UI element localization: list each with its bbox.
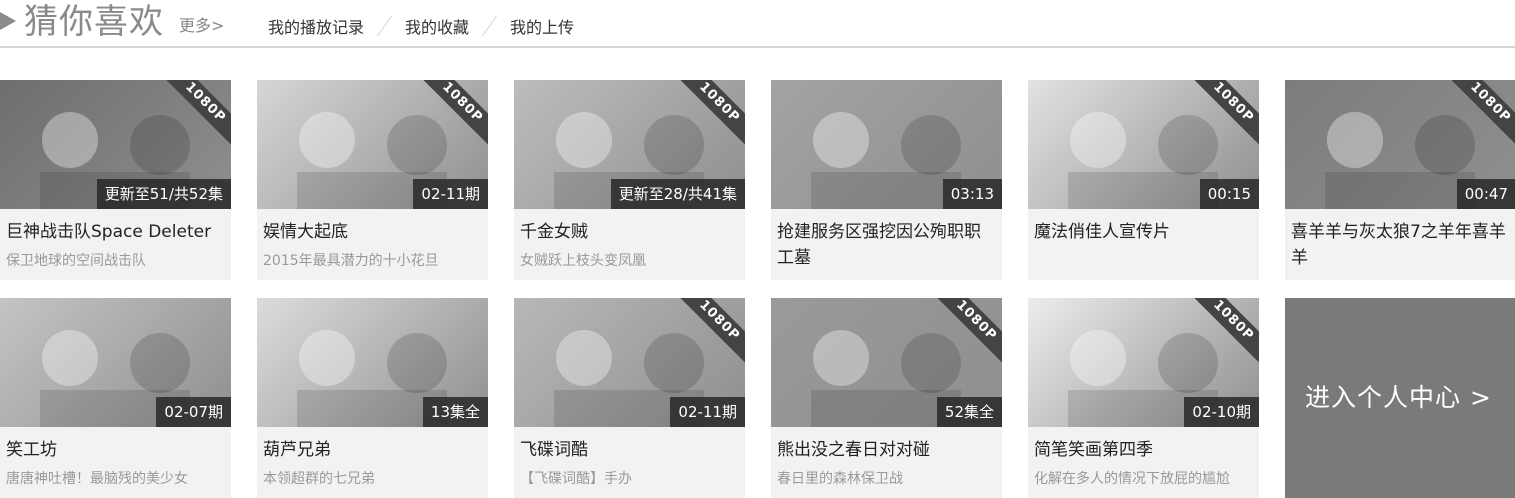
episode-badge: 52集全 <box>936 397 1002 427</box>
video-thumbnail[interactable]: 1080P 00:47 <box>1285 80 1515 209</box>
video-card[interactable]: 1080P 02-11期 飞碟词酷 【飞碟词酷】手办 <box>514 298 745 498</box>
video-subtitle: 春日里的森林保卫战 <box>777 471 903 487</box>
video-thumbnail[interactable]: 1080P 02-10期 <box>1028 298 1259 427</box>
video-subtitle: 保卫地球的空间战击队 <box>6 253 146 269</box>
video-card[interactable]: 1080P 00:15 魔法俏佳人宣传片 <box>1028 80 1259 280</box>
video-card[interactable]: 1080P 更新至51/共52集 巨神战击队Space Deleter 保卫地球的空间… <box>0 80 231 280</box>
video-thumbnail[interactable]: 13集全 <box>257 298 488 427</box>
video-subtitle: 化解在多人的情况下放屁的尴尬 <box>1034 471 1230 487</box>
episode-badge: 02-11期 <box>670 397 745 427</box>
video-thumbnail[interactable]: 03:13 <box>771 80 1002 209</box>
video-thumbnail[interactable]: 1080P 02-11期 <box>257 80 488 209</box>
video-title[interactable]: 魔法俏佳人宣传片 <box>1028 209 1259 271</box>
episode-badge: 13集全 <box>422 397 488 427</box>
video-subtitle: 本领超群的七兄弟 <box>263 471 375 487</box>
more-link[interactable]: 更多> <box>179 12 224 36</box>
episode-badge: 02-11期 <box>413 179 488 209</box>
video-thumbnail[interactable]: 02-07期 <box>0 298 231 427</box>
video-card[interactable]: 1080P 更新至28/共41集 千金女贼 女贼跃上枝头变凤凰 <box>514 80 745 280</box>
video-card[interactable]: 13集全 葫芦兄弟 本领超群的七兄弟 <box>257 298 488 498</box>
episode-badge: 00:15 <box>1199 179 1259 209</box>
section-header: 猜你喜欢 更多> 我的播放记录 我的收藏 我的上传 <box>0 0 1515 48</box>
episode-badge: 02-10期 <box>1184 397 1259 427</box>
video-subtitle: 女贼跃上枝头变凤凰 <box>520 253 646 269</box>
video-thumbnail[interactable]: 1080P 更新至51/共52集 <box>0 80 231 209</box>
episode-badge: 03:13 <box>942 179 1002 209</box>
personal-center-button[interactable]: 进入个人中心 > <box>1285 298 1515 498</box>
video-card[interactable]: 03:13 抢建服务区强挖因公殉职职工墓 <box>771 80 1002 280</box>
personal-center-label: 进入个人中心 > <box>1305 383 1492 412</box>
video-subtitle: 2015年最具潜力的十小花旦 <box>263 253 439 269</box>
nav-play-history[interactable]: 我的播放记录 <box>268 14 364 38</box>
video-card[interactable]: 1080P 02-10期 简笔笑画第四季 化解在多人的情况下放屁的尴尬 <box>1028 298 1259 498</box>
episode-badge: 更新至28/共41集 <box>610 179 745 209</box>
episode-badge: 02-07期 <box>156 397 231 427</box>
nav-uploads[interactable]: 我的上传 <box>510 14 574 38</box>
episode-badge: 00:47 <box>1456 179 1515 209</box>
header-nav: 我的播放记录 我的收藏 我的上传 <box>268 14 574 38</box>
video-thumbnail[interactable]: 1080P 00:15 <box>1028 80 1259 209</box>
video-card[interactable]: 1080P 02-11期 娱情大起底 2015年最具潜力的十小花旦 <box>257 80 488 280</box>
video-card[interactable]: 02-07期 笑工坊 唐唐神吐槽！最脑残的美少女 <box>0 298 231 498</box>
nav-divider <box>377 16 393 36</box>
video-subtitle: 【飞碟词酷】手办 <box>520 471 632 487</box>
nav-favorites[interactable]: 我的收藏 <box>405 14 469 38</box>
nav-divider <box>482 16 498 36</box>
video-card[interactable]: 1080P 52集全 熊出没之春日对对碰 春日里的森林保卫战 <box>771 298 1002 498</box>
section-marker-icon <box>0 12 16 30</box>
video-subtitle: 唐唐神吐槽！最脑残的美少女 <box>6 471 188 487</box>
section-title: 猜你喜欢 <box>24 2 164 42</box>
video-thumbnail[interactable]: 1080P 02-11期 <box>514 298 745 427</box>
video-thumbnail[interactable]: 1080P 52集全 <box>771 298 1002 427</box>
video-title[interactable]: 抢建服务区强挖因公殉职职工墓 <box>771 209 1002 271</box>
video-thumbnail[interactable]: 1080P 更新至28/共41集 <box>514 80 745 209</box>
video-title[interactable]: 喜羊羊与灰太狼7之羊年喜羊羊 <box>1285 209 1515 271</box>
video-card[interactable]: 1080P 00:47 喜羊羊与灰太狼7之羊年喜羊羊 <box>1285 80 1515 280</box>
episode-badge: 更新至51/共52集 <box>96 179 231 209</box>
